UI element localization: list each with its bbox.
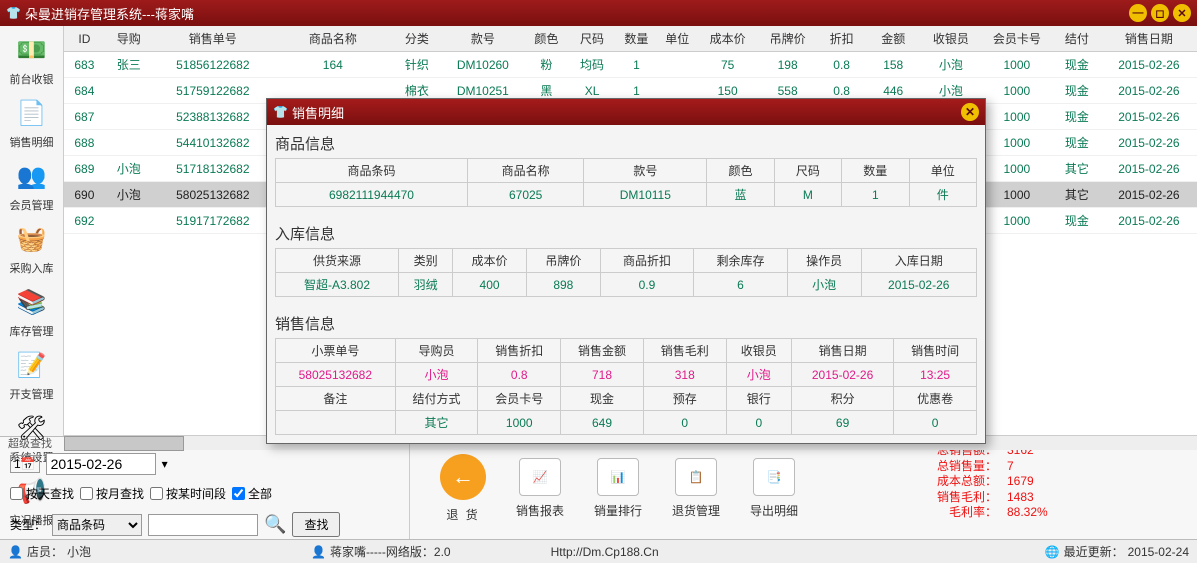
section-product: 商品信息 (275, 133, 977, 154)
col-header[interactable]: ID (64, 26, 105, 52)
col-header[interactable]: 尺码 (568, 26, 616, 52)
sale-table: 小票单号导购员销售折扣销售金额销售毛利收银员销售日期销售时间 580251326… (275, 338, 977, 435)
statusbar: 👤店员：小泡 👤蒋家嘴-----网络版：2.0 Http://Dm.Cp188.… (0, 539, 1197, 563)
type-label: 类型： (10, 516, 46, 533)
export-button[interactable]: 📑导出明细 (750, 458, 798, 519)
col-header[interactable]: 金额 (866, 26, 921, 52)
export-icon: 📑 (753, 458, 795, 496)
date-input[interactable] (46, 453, 156, 475)
sidebar-icon: 📚 (12, 282, 52, 322)
detail-modal: 👕 销售明细 ✕ 商品信息 商品条码商品名称款号颜色尺码数量单位69821119… (266, 98, 986, 444)
section-stock: 入库信息 (275, 223, 977, 244)
calendar-icon[interactable]: 1📅 (10, 455, 40, 473)
sidebar-label: 会员管理 (10, 197, 54, 213)
sidebar-item-2[interactable]: 👥会员管理 (0, 152, 63, 215)
col-header[interactable]: 结付 (1053, 26, 1101, 52)
stock-table: 供货来源类别成本价吊牌价商品折扣剩余库存操作员入库日期智超-A3.802羽绒40… (275, 248, 977, 297)
refund-icon: 📋 (675, 458, 717, 496)
sidebar-item-5[interactable]: 📝开支管理 (0, 341, 63, 404)
return-icon: ← (440, 454, 486, 500)
type-select[interactable]: 商品条码 (52, 514, 142, 536)
col-header[interactable]: 吊牌价 (758, 26, 818, 52)
total-row: 成本总额：1679 (907, 474, 1187, 490)
col-header[interactable]: 单位 (657, 26, 698, 52)
search-button[interactable]: 查找 (292, 512, 340, 537)
sidebar-label: 前台收银 (10, 71, 54, 87)
sidebar-label: 采购入库 (10, 260, 54, 276)
product-table: 商品条码商品名称款号颜色尺码数量单位698211194447067025DM10… (275, 158, 977, 207)
col-header[interactable]: 分类 (393, 26, 441, 52)
sidebar-icon: 💵 (12, 30, 52, 70)
report-button[interactable]: 📈销售报表 (516, 458, 564, 519)
modal-title: 销售明细 (292, 103, 961, 122)
col-header[interactable]: 数量 (616, 26, 657, 52)
col-header[interactable]: 款号 (441, 26, 525, 52)
sidebar-item-4[interactable]: 📚库存管理 (0, 278, 63, 341)
modal-icon: 👕 (273, 105, 288, 119)
user-icon: 👤 (8, 545, 23, 559)
col-header[interactable]: 销售日期 (1101, 26, 1197, 52)
total-row: 销售毛利：1483 (907, 490, 1187, 506)
rank-button[interactable]: 📊销量排行 (594, 458, 642, 519)
return-button[interactable]: ← 退 货 (440, 454, 486, 523)
col-header[interactable]: 商品名称 (273, 26, 393, 52)
super-search-panel: 超级查找 1📅 ▾ 按天查找 按月查找 按某时间段 全部 类型： 商品条码 🔍 … (0, 437, 410, 539)
app-icon: 👕 (6, 6, 21, 20)
col-header[interactable]: 成本价 (698, 26, 758, 52)
close-button[interactable]: ✕ (1173, 4, 1191, 22)
sidebar: 💵前台收银📄销售明细👥会员管理🧺采购入库📚库存管理📝开支管理🛠系统设置📢实况播报 (0, 26, 64, 436)
store-icon: 👤 (311, 545, 326, 559)
maximize-button[interactable]: ◻ (1151, 4, 1169, 22)
total-row: 毛利率：88.32% (907, 505, 1187, 521)
sidebar-icon: 👥 (12, 156, 52, 196)
col-header[interactable]: 颜色 (525, 26, 568, 52)
sidebar-item-3[interactable]: 🧺采购入库 (0, 215, 63, 278)
col-header[interactable]: 折扣 (818, 26, 866, 52)
modal-close-button[interactable]: ✕ (961, 103, 979, 121)
minimize-button[interactable]: — (1129, 4, 1147, 22)
super-legend: 超级查找 (8, 435, 52, 451)
sidebar-label: 销售明细 (10, 134, 54, 150)
chk-day[interactable]: 按天查找 (10, 485, 74, 502)
chk-month[interactable]: 按月查找 (80, 485, 144, 502)
table-row[interactable]: 683张三51856122682164针织DM10260粉均码1751980.8… (64, 52, 1197, 78)
search-input[interactable] (148, 514, 258, 536)
total-row: 总销售量：7 (907, 459, 1187, 475)
sidebar-item-0[interactable]: 💵前台收银 (0, 26, 63, 89)
col-header[interactable]: 会员卡号 (981, 26, 1053, 52)
search-icon[interactable]: 🔍 (264, 514, 286, 535)
col-header[interactable]: 收银员 (921, 26, 981, 52)
sidebar-label: 开支管理 (10, 386, 54, 402)
report-icon: 📈 (519, 458, 561, 496)
sidebar-label: 库存管理 (10, 323, 54, 339)
chk-range[interactable]: 按某时间段 (150, 485, 226, 502)
refund-button[interactable]: 📋退货管理 (672, 458, 720, 519)
titlebar: 👕 朵曼进销存管理系统---蒋家嘴 — ◻ ✕ (0, 0, 1197, 26)
chk-all[interactable]: 全部 (232, 485, 272, 502)
section-sale: 销售信息 (275, 313, 977, 334)
globe-icon: 🌐 (1045, 545, 1060, 559)
col-header[interactable]: 销售单号 (153, 26, 273, 52)
sidebar-item-1[interactable]: 📄销售明细 (0, 89, 63, 152)
totals-panel: 总销售额：3162总销售量：7成本总额：1679销售毛利：1483毛利率：88.… (897, 437, 1197, 539)
sidebar-icon: 📄 (12, 93, 52, 133)
col-header[interactable]: 导购 (105, 26, 153, 52)
sidebar-icon: 🧺 (12, 219, 52, 259)
dropdown-icon[interactable]: ▾ (162, 457, 168, 471)
sidebar-icon: 📝 (12, 345, 52, 385)
app-title: 朵曼进销存管理系统---蒋家嘴 (25, 4, 1129, 23)
rank-icon: 📊 (597, 458, 639, 496)
